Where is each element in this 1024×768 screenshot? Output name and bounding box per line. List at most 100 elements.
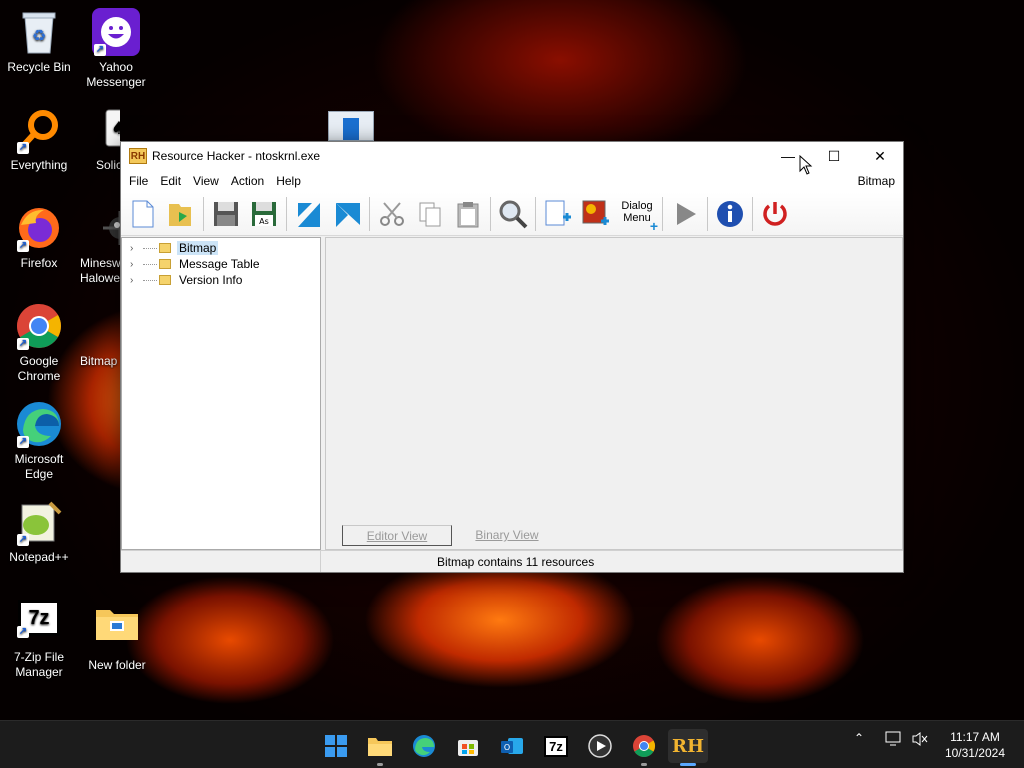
- desktop-icon-new-folder[interactable]: New folder: [77, 600, 157, 673]
- save-as-button[interactable]: As: [248, 198, 280, 230]
- toolbar-separator: [490, 196, 491, 231]
- toolbar-separator: [707, 196, 708, 231]
- arrow-forward-icon: [336, 202, 360, 227]
- copy-button[interactable]: [414, 198, 446, 230]
- svg-text:O: O: [504, 743, 510, 752]
- expand-chevron-icon[interactable]: ›: [130, 275, 140, 286]
- network-icon[interactable]: [885, 731, 903, 750]
- add-blank-resource-button[interactable]: [542, 198, 574, 230]
- cut-button[interactable]: [376, 198, 408, 230]
- menu-action[interactable]: Action: [225, 174, 270, 188]
- info-icon: [717, 200, 743, 227]
- add-image-resource-button[interactable]: [580, 198, 612, 230]
- expand-chevron-icon[interactable]: ›: [130, 243, 140, 254]
- volume-muted-icon[interactable]: [911, 731, 929, 750]
- expand-chevron-icon[interactable]: ›: [130, 259, 140, 270]
- desktop-icon-label: Microsoft Edge: [14, 452, 64, 481]
- taskbar-outlook[interactable]: O: [492, 729, 532, 763]
- menu-view[interactable]: View: [187, 174, 225, 188]
- desktop-icon-bitmap[interactable]: Bitmap: [76, 302, 120, 369]
- editor-pane[interactable]: Editor View Binary View: [325, 237, 903, 550]
- store-icon: [458, 740, 478, 756]
- toolbar: As Dialog Menu +: [121, 192, 903, 236]
- svg-text:As: As: [259, 217, 269, 226]
- find-button[interactable]: [497, 198, 529, 230]
- dialog-merger-plus-icon: +: [649, 217, 658, 234]
- menu-edit[interactable]: Edit: [154, 174, 187, 188]
- forward-button[interactable]: [331, 198, 363, 230]
- desktop-icon-label: Google Chrome: [17, 354, 61, 383]
- tab-binary-view[interactable]: Binary View: [452, 525, 562, 546]
- tree-item-message-table[interactable]: › Message Table: [122, 256, 320, 272]
- open-folder-icon: [169, 203, 191, 226]
- dialog-merger-button[interactable]: Dialog Menu +: [618, 198, 658, 234]
- desktop-icon-label: Bitmap: [80, 354, 118, 368]
- shortcut-arrow-icon: ↗: [17, 240, 29, 252]
- save-as-disk-icon: As: [252, 201, 276, 226]
- tab-editor-view[interactable]: Editor View: [342, 525, 452, 546]
- paste-clipboard-icon: [457, 201, 479, 227]
- desktop-icon-label: Recycle Bin: [7, 60, 71, 74]
- svg-text:♠: ♠: [111, 118, 120, 139]
- taskbar-store[interactable]: [448, 729, 488, 763]
- toolbar-separator: [369, 196, 370, 231]
- solitaire-cards-icon: ♠: [94, 106, 120, 154]
- windows-logo-icon: [325, 735, 347, 757]
- shortcut-arrow-icon: ↗: [17, 534, 29, 546]
- new-file-button[interactable]: [127, 198, 159, 230]
- resource-hacker-app-icon: RH: [129, 148, 147, 164]
- desktop-icon-everything[interactable]: ↗ Everything: [0, 106, 79, 173]
- desktop-icon-label: 7-Zip File Manager: [13, 650, 64, 679]
- taskbar-7zip[interactable]: 7z: [536, 729, 576, 763]
- title-bar[interactable]: RH Resource Hacker - ntoskrnl.exe — ☐ ✕: [121, 142, 903, 170]
- add-blank-resource-icon: [545, 200, 571, 225]
- desktop-icon-yahoo-messenger[interactable]: ↗ Yahoo Messenger: [76, 8, 156, 90]
- system-clock[interactable]: 11:17 AM 10/31/2024: [945, 729, 1005, 761]
- scissors-icon: [380, 201, 404, 226]
- compile-run-button[interactable]: [669, 198, 701, 230]
- new-file-icon: [132, 200, 154, 227]
- menu-help[interactable]: Help: [270, 174, 307, 188]
- desktop-icon-firefox[interactable]: ↗ Firefox: [0, 204, 79, 271]
- current-resource-type-label: Bitmap: [857, 174, 895, 188]
- taskbar-chrome[interactable]: [624, 729, 664, 766]
- status-text: Bitmap contains 11 resources: [437, 555, 595, 569]
- toolbar-separator: [286, 196, 287, 231]
- add-image-resource-icon: [582, 200, 609, 225]
- menu-file[interactable]: File: [123, 174, 154, 188]
- mouse-cursor-icon: [799, 155, 813, 175]
- desktop-icon-minesweeper[interactable]: Minesw Halowe: [76, 204, 120, 286]
- desktop-icon-label: Notepad++: [9, 550, 69, 564]
- about-button[interactable]: [714, 198, 746, 230]
- desktop-icon-7zip[interactable]: 7z ↗ 7-Zip File Manager: [0, 600, 79, 680]
- desktop-icon-solitaire[interactable]: ♠ Solic: [76, 106, 120, 173]
- play-icon: [677, 202, 696, 225]
- resource-tree[interactable]: › Bitmap › Message Table › Version Info: [121, 237, 321, 550]
- desktop-icon-microsoft-edge[interactable]: ↗ Microsoft Edge: [0, 400, 79, 482]
- close-button[interactable]: ✕: [857, 142, 903, 170]
- back-button[interactable]: [293, 198, 325, 230]
- maximize-button[interactable]: ☐: [811, 142, 857, 170]
- view-tabs: Editor View Binary View: [342, 525, 562, 546]
- desktop-icon-google-chrome[interactable]: ↗ Google Chrome: [0, 302, 79, 384]
- taskbar-edge[interactable]: [404, 729, 444, 763]
- tree-item-version-info[interactable]: › Version Info: [122, 272, 320, 288]
- taskbar-file-explorer[interactable]: [360, 729, 400, 766]
- tree-item-bitmap[interactable]: › Bitmap: [122, 240, 320, 256]
- desktop-icon-recycle-bin[interactable]: ♻ Recycle Bin: [0, 8, 79, 75]
- desktop-icon-notepad-plus-plus[interactable]: ↗ Notepad++: [0, 498, 79, 565]
- toolbar-separator: [203, 196, 204, 231]
- paste-button[interactable]: [452, 198, 484, 230]
- save-button[interactable]: [210, 198, 242, 230]
- outlook-icon: O: [501, 738, 523, 754]
- start-button[interactable]: [316, 729, 356, 763]
- taskbar-media-player[interactable]: [580, 729, 620, 763]
- tree-connector: [143, 247, 157, 249]
- exit-button[interactable]: [759, 198, 791, 230]
- open-file-button[interactable]: [165, 198, 197, 230]
- power-icon: [763, 201, 787, 226]
- show-hidden-icons-chevron-icon[interactable]: ⌃: [854, 731, 864, 745]
- taskbar-resource-hacker[interactable]: RH: [668, 729, 708, 766]
- save-disk-icon: [214, 201, 238, 226]
- firefox-icon: ↗: [15, 204, 63, 252]
